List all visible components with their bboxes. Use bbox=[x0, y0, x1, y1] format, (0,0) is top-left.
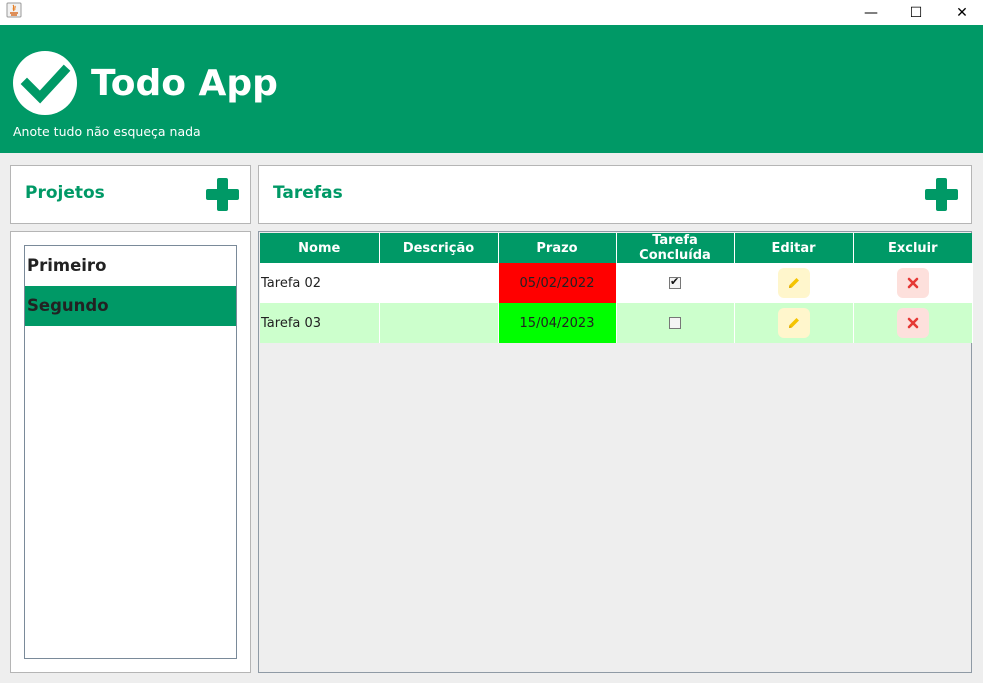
table-header-row: Nome Descrição Prazo Tarefa Concluída Ed… bbox=[260, 233, 972, 263]
close-button[interactable]: ✕ bbox=[939, 0, 983, 25]
pencil-icon bbox=[788, 278, 799, 288]
close-x-icon bbox=[907, 317, 918, 329]
add-task-plus-icon[interactable] bbox=[925, 178, 958, 211]
tasks-table-panel: Nome Descrição Prazo Tarefa Concluída Ed… bbox=[258, 231, 973, 673]
tasks-title: Tarefas bbox=[273, 183, 343, 203]
edit-task-button[interactable] bbox=[777, 308, 810, 338]
check-circle-icon bbox=[13, 51, 77, 115]
edit-task-button[interactable] bbox=[777, 268, 810, 298]
task-description-cell[interactable] bbox=[379, 303, 499, 343]
project-item-primeiro[interactable]: Primeiro bbox=[25, 246, 236, 286]
completed-checkbox[interactable] bbox=[669, 317, 681, 329]
column-header-concluida[interactable]: Tarefa Concluída bbox=[616, 233, 735, 263]
java-app-icon bbox=[6, 2, 22, 18]
task-name-cell[interactable]: Tarefa 02 bbox=[260, 263, 380, 303]
app-subtitle: Anote tudo não esqueça nada bbox=[13, 124, 201, 139]
column-header-nome[interactable]: Nome bbox=[260, 233, 380, 263]
projects-title: Projetos bbox=[25, 183, 105, 203]
project-item-segundo[interactable]: Segundo bbox=[25, 286, 236, 326]
task-delete-cell bbox=[853, 263, 973, 303]
maximize-button[interactable]: ☐ bbox=[893, 0, 939, 25]
task-deadline-cell[interactable]: 15/04/2023 bbox=[498, 303, 617, 343]
column-header-editar[interactable]: Editar bbox=[734, 233, 854, 263]
column-header-excluir[interactable]: Excluir bbox=[853, 233, 972, 263]
task-name-cell[interactable]: Tarefa 03 bbox=[260, 303, 380, 343]
tasks-table: Nome Descrição Prazo Tarefa Concluída Ed… bbox=[260, 233, 973, 343]
completed-checkbox[interactable] bbox=[669, 275, 681, 289]
column-header-prazo[interactable]: Prazo bbox=[498, 233, 617, 263]
projects-list-panel: Primeiro Segundo bbox=[10, 231, 251, 673]
add-project-plus-icon[interactable] bbox=[206, 178, 239, 211]
delete-task-button[interactable] bbox=[896, 308, 929, 338]
delete-task-button[interactable] bbox=[896, 268, 929, 298]
task-completed-cell bbox=[616, 303, 735, 343]
minimize-button[interactable]: — bbox=[848, 0, 894, 25]
projects-header-panel: Projetos bbox=[10, 165, 251, 224]
tasks-header-panel: Tarefas bbox=[258, 165, 972, 224]
task-description-cell[interactable] bbox=[379, 263, 499, 303]
task-edit-cell bbox=[734, 303, 854, 343]
table-row[interactable]: Tarefa 02 05/02/2022 bbox=[260, 263, 973, 303]
window-titlebar: — ☐ ✕ bbox=[0, 0, 983, 25]
task-edit-cell bbox=[734, 263, 854, 303]
task-completed-cell bbox=[616, 263, 735, 303]
table-row[interactable]: Tarefa 03 15/04/2023 bbox=[260, 303, 973, 343]
column-header-descricao[interactable]: Descrição bbox=[379, 233, 499, 263]
task-deadline-cell[interactable]: 05/02/2022 bbox=[498, 263, 617, 303]
close-x-icon bbox=[907, 277, 918, 289]
app-title: Todo App bbox=[91, 63, 278, 104]
task-delete-cell bbox=[853, 303, 973, 343]
pencil-icon bbox=[788, 318, 799, 328]
projects-list: Primeiro Segundo bbox=[24, 245, 237, 659]
app-header: Todo App Anote tudo não esqueça nada bbox=[0, 25, 983, 153]
